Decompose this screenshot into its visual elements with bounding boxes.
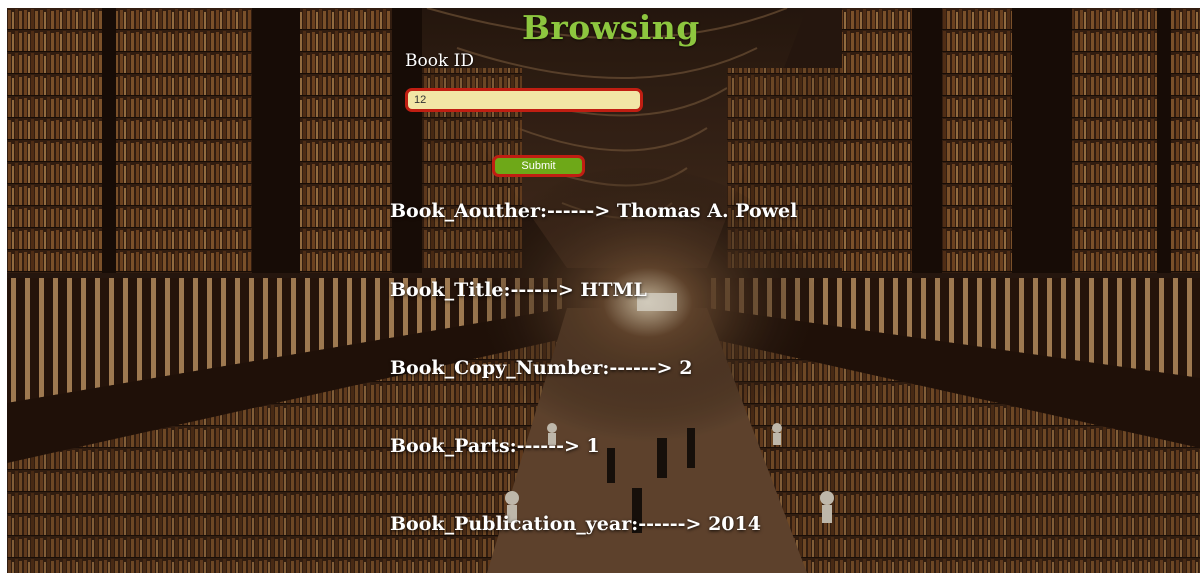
book-parts-row: Book_Parts:------> 1	[390, 435, 600, 457]
book-publication-year-row: Book_Publication_year:------> 2014	[390, 513, 761, 535]
book-author-label: Book_Aouther:------>	[390, 200, 611, 222]
book-author-row: Book_Aouther:------> Thomas A. Powel	[390, 200, 797, 222]
page-title: Browsing	[522, 8, 700, 47]
book-id-input[interactable]	[405, 88, 643, 112]
book-author-value: Thomas A. Powel	[616, 200, 798, 222]
book-parts-label: Book_Parts:------>	[390, 435, 580, 457]
book-publication-year-value: 2014	[708, 513, 761, 535]
book-id-label: Book ID	[405, 51, 475, 71]
book-copy-number-row: Book_Copy_Number:------> 2	[390, 357, 692, 379]
page-frame: Browsing Book ID Submit Book_Aouther:---…	[7, 8, 1200, 573]
book-copy-number-label: Book_Copy_Number:------>	[390, 357, 673, 379]
book-title-row: Book_Title:------> HTML	[390, 279, 647, 301]
book-parts-value: 1	[586, 435, 600, 457]
book-title-value: HTML	[580, 279, 647, 301]
book-publication-year-label: Book_Publication_year:------>	[390, 513, 702, 535]
book-copy-number-value: 2	[679, 357, 693, 379]
book-title-label: Book_Title:------>	[390, 279, 574, 301]
submit-button[interactable]: Submit	[492, 155, 585, 177]
